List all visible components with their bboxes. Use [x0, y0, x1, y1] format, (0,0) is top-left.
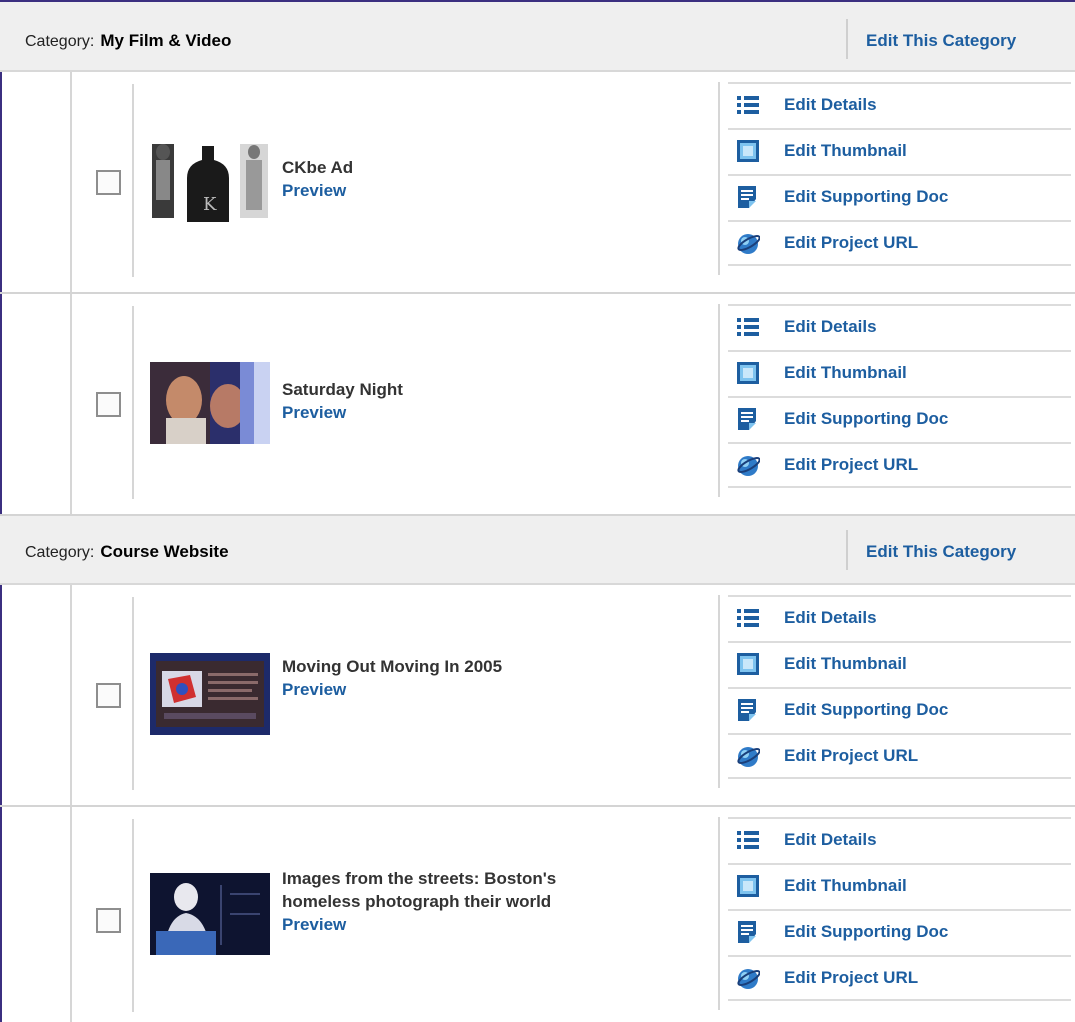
list-icon [736, 606, 760, 630]
document-icon [736, 407, 760, 431]
category-name: Course Website [100, 542, 229, 561]
action-label: Edit Details [784, 830, 877, 849]
select-checkbox[interactable] [96, 683, 121, 708]
list-icon [736, 93, 760, 117]
svg-text:K: K [203, 194, 217, 215]
globe-icon [736, 453, 761, 477]
edit-thumbnail-link[interactable]: Edit Thumbnail [728, 128, 1071, 174]
project-list-page: Category: My Film & Video Edit This Categ… [0, 0, 1075, 1022]
title-line: Saturday Night [282, 380, 403, 399]
moving-out-thumbnail [150, 653, 270, 735]
edit-details-link[interactable]: Edit Details [728, 817, 1071, 863]
thumbnail-icon [736, 361, 760, 385]
preview-link[interactable]: Preview [282, 401, 403, 424]
action-label: Edit Project URL [784, 233, 919, 252]
thumbnail-icon [736, 139, 760, 163]
edit-details-link[interactable]: Edit Details [728, 595, 1071, 641]
globe-icon [736, 744, 761, 768]
title-line: homeless photograph their world [282, 892, 552, 911]
edit-project-url-link[interactable]: Edit Project URL [728, 220, 1071, 266]
title-line: Moving Out Moving In 2005 [282, 657, 503, 676]
document-icon [736, 185, 760, 209]
select-checkbox[interactable] [96, 908, 121, 933]
ckbe-ad-thumbnail: K [150, 140, 270, 222]
row-divider [132, 819, 134, 1012]
edit-supporting-doc-link[interactable]: Edit Supporting Doc [728, 174, 1071, 220]
select-checkbox[interactable] [96, 392, 121, 417]
edit-project-url-link[interactable]: Edit Project URL [728, 442, 1071, 488]
action-label: Edit Details [784, 608, 877, 627]
edit-thumbnail-link[interactable]: Edit Thumbnail [728, 863, 1071, 909]
action-label: Edit Project URL [784, 746, 919, 765]
action-label: Edit Supporting Doc [784, 409, 949, 428]
edit-details-link[interactable]: Edit Details [728, 304, 1071, 350]
document-icon [736, 920, 760, 944]
category-header: Category: My Film & Video Edit This Categ… [0, 0, 1075, 72]
globe-icon [736, 966, 761, 990]
project-title: Moving Out Moving In 2005 Preview [282, 655, 502, 701]
action-list: Edit Details Edit Thumbnail Edit Support… [718, 595, 1075, 788]
category-label: Category: Course Website [25, 542, 229, 561]
thumbnail-icon [736, 874, 760, 898]
project-title: CKbe Ad Preview [282, 156, 353, 202]
row-divider [70, 807, 72, 1022]
edit-project-url-link[interactable]: Edit Project URL [728, 733, 1071, 779]
action-label: Edit Details [784, 317, 877, 336]
edit-supporting-doc-link[interactable]: Edit Supporting Doc [728, 396, 1071, 442]
select-checkbox[interactable] [96, 170, 121, 195]
project-title: Saturday Night Preview [282, 378, 403, 424]
edit-thumbnail-link[interactable]: Edit Thumbnail [728, 350, 1071, 396]
row-divider [70, 585, 72, 805]
category-label: Category: My Film & Video [25, 31, 232, 50]
action-label: Edit Thumbnail [784, 876, 907, 895]
action-label: Edit Project URL [784, 968, 919, 987]
globe-icon [736, 231, 761, 255]
edit-category-link[interactable]: Edit This Category [846, 19, 1075, 59]
edit-supporting-doc-link[interactable]: Edit Supporting Doc [728, 687, 1071, 733]
project-row: Saturday Night Preview Edit Details Edit… [0, 294, 1075, 516]
action-label: Edit Details [784, 95, 877, 114]
edit-supporting-doc-link[interactable]: Edit Supporting Doc [728, 909, 1071, 955]
action-list: Edit Details Edit Thumbnail Edit Support… [718, 304, 1075, 497]
action-list: Edit Details Edit Thumbnail Edit Support… [718, 82, 1075, 275]
list-icon [736, 315, 760, 339]
row-divider [132, 597, 134, 790]
project-title: Images from the streets: Boston's homele… [282, 867, 556, 936]
images-streets-thumbnail [150, 873, 270, 955]
title-line: Images from the streets: Boston's [282, 869, 557, 888]
action-label: Edit Supporting Doc [784, 922, 949, 941]
action-label: Edit Thumbnail [784, 654, 907, 673]
thumbnail-icon [736, 652, 760, 676]
row-divider [132, 84, 134, 277]
project-row: Images from the streets: Boston's homele… [0, 807, 1075, 1022]
edit-category-link[interactable]: Edit This Category [846, 530, 1075, 570]
category-header: Category: Course Website Edit This Catego… [0, 516, 1075, 585]
action-label: Edit Project URL [784, 455, 919, 474]
edit-thumbnail-link[interactable]: Edit Thumbnail [728, 641, 1071, 687]
action-list: Edit Details Edit Thumbnail Edit Support… [718, 817, 1075, 1010]
preview-link[interactable]: Preview [282, 179, 353, 202]
row-divider [70, 294, 72, 514]
action-label: Edit Supporting Doc [784, 700, 949, 719]
action-label: Edit Thumbnail [784, 141, 907, 160]
edit-details-link[interactable]: Edit Details [728, 82, 1071, 128]
row-divider [132, 306, 134, 499]
row-divider [70, 72, 72, 292]
list-icon [736, 828, 760, 852]
action-label: Edit Supporting Doc [784, 187, 949, 206]
category-name: My Film & Video [100, 31, 232, 50]
project-row: Moving Out Moving In 2005 Preview Edit D… [0, 585, 1075, 807]
title-line: CKbe Ad [282, 158, 354, 177]
document-icon [736, 698, 760, 722]
preview-link[interactable]: Preview [282, 913, 556, 936]
edit-project-url-link[interactable]: Edit Project URL [728, 955, 1071, 1001]
saturday-night-thumbnail [150, 362, 270, 444]
preview-link[interactable]: Preview [282, 678, 502, 701]
action-label: Edit Thumbnail [784, 363, 907, 382]
project-row: K CKbe Ad Preview Edit Details Edit Thum… [0, 72, 1075, 294]
